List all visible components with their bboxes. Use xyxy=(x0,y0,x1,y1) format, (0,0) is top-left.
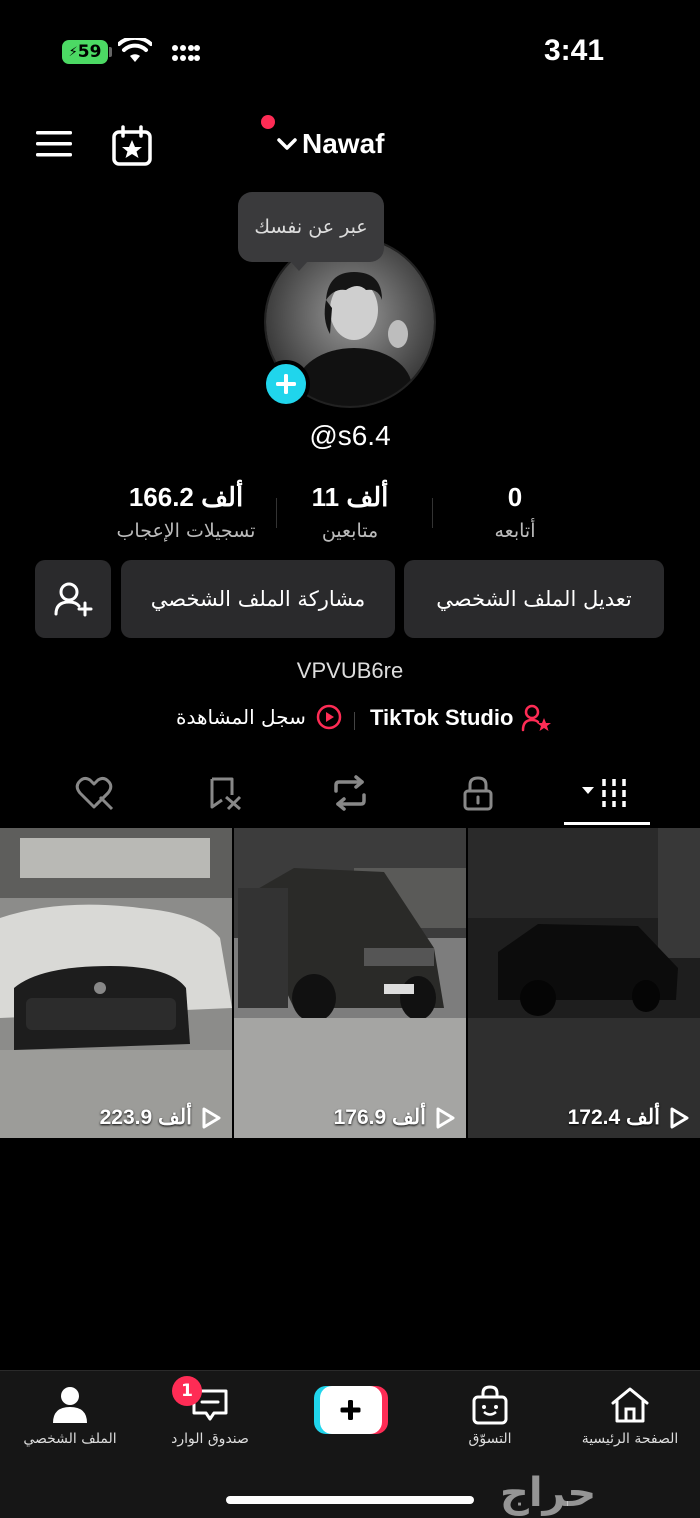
nav-home[interactable]: الصفحة الرئيسية xyxy=(570,1383,690,1447)
tiktok-studio-link[interactable]: TikTok Studio xyxy=(370,704,552,732)
calendar-star-icon[interactable] xyxy=(110,124,154,166)
profile-tabs xyxy=(0,762,700,826)
stat-following[interactable]: 0 أتابعه xyxy=(460,482,570,542)
stat-label: متابعين xyxy=(321,520,379,542)
stat-value: 166.2 ألف xyxy=(128,482,244,512)
liked-hidden-icon xyxy=(75,776,114,811)
tab-reposts[interactable] xyxy=(300,762,400,824)
share-profile-label: مشاركة الملف الشخصي xyxy=(150,587,366,611)
video-thumbnail[interactable]: 223.9 ألف xyxy=(0,828,232,1138)
video-thumbnail-image xyxy=(234,828,466,1138)
play-icon xyxy=(202,1107,221,1128)
watermark: حراج xyxy=(500,1470,597,1516)
link-divider xyxy=(354,712,355,730)
stat-divider xyxy=(432,498,433,528)
notification-dot xyxy=(261,115,275,129)
add-friends-button[interactable] xyxy=(35,560,111,638)
shopping-bag-icon xyxy=(472,1385,508,1425)
add-user-icon xyxy=(54,582,93,617)
tab-favorites[interactable] xyxy=(174,762,274,824)
stat-label: تسجيلات الإعجاب xyxy=(116,520,256,542)
stat-followers[interactable]: 11 ألف متابعين xyxy=(290,482,410,542)
stat-label: أتابعه xyxy=(494,520,536,542)
chevron-down-icon xyxy=(277,138,297,150)
watch-history-link[interactable]: سجل المشاهدة xyxy=(176,704,342,730)
history-label: سجل المشاهدة xyxy=(176,705,306,729)
play-icon xyxy=(670,1107,689,1128)
edit-profile-label: تعديل الملف الشخصي xyxy=(436,587,632,611)
bookmark-hidden-icon xyxy=(210,777,242,811)
studio-label: TikTok Studio xyxy=(370,705,514,730)
home-icon xyxy=(611,1387,649,1423)
bio-prompt-bubble[interactable]: عبر عن نفسك xyxy=(238,192,384,271)
plus-icon xyxy=(276,374,296,394)
view-count: 223.9 ألف xyxy=(100,1105,222,1130)
creator-star-icon xyxy=(522,704,552,732)
clock: 3:41 xyxy=(543,34,604,67)
profile-handle: @s6.4 xyxy=(309,420,391,451)
battery-level: 59 xyxy=(77,42,102,62)
wifi-icon xyxy=(118,38,152,62)
status-bar: ⚡ 59 3:41 xyxy=(0,0,700,100)
repost-icon xyxy=(334,775,366,811)
cellular-icon xyxy=(172,45,200,61)
inbox-badge: 1 xyxy=(172,1376,202,1406)
nav-profile-label: الملف الشخصي xyxy=(23,1431,117,1447)
nav-shop-label: التسوّق xyxy=(468,1431,512,1447)
view-count-text: 176.9 ألف xyxy=(333,1106,426,1129)
profile-icon xyxy=(53,1387,87,1423)
video-thumbnail-image xyxy=(0,828,232,1138)
add-photo-button[interactable] xyxy=(262,360,310,408)
create-button[interactable] xyxy=(314,1386,388,1434)
video-thumbnail[interactable]: 172.4 ألف xyxy=(468,828,700,1138)
stat-divider xyxy=(276,498,277,528)
username: Nawaf xyxy=(302,128,385,159)
active-tab-indicator xyxy=(564,822,650,825)
battery-nub xyxy=(109,47,112,57)
stat-likes[interactable]: 166.2 ألف تسجيلات الإعجاب xyxy=(100,482,272,542)
nav-home-label: الصفحة الرئيسية xyxy=(581,1431,679,1447)
nav-shop[interactable]: التسوّق xyxy=(430,1383,550,1447)
nav-profile[interactable]: الملف الشخصي xyxy=(10,1383,130,1447)
nav-inbox-label: صندوق الوارد xyxy=(171,1431,249,1447)
stat-value: 11 ألف xyxy=(311,482,389,512)
share-profile-button[interactable]: مشاركة الملف الشخصي xyxy=(121,560,395,638)
nav-inbox[interactable]: صندوق الوارد xyxy=(150,1383,270,1447)
tab-private[interactable] xyxy=(428,762,528,824)
menu-icon[interactable] xyxy=(36,128,72,160)
video-thumbnail[interactable]: 176.9 ألف xyxy=(234,828,466,1138)
view-count-text: 172.4 ألف xyxy=(567,1106,660,1129)
tab-liked[interactable] xyxy=(44,762,144,824)
edit-profile-button[interactable]: تعديل الملف الشخصي xyxy=(404,560,664,638)
grid-dropdown-icon xyxy=(582,779,626,807)
view-count: 176.9 ألف xyxy=(334,1105,456,1130)
video-grid: 223.9 ألف 176.9 ألف 172.4 ألف xyxy=(0,828,700,1138)
tab-videos[interactable] xyxy=(558,762,658,824)
video-thumbnail-image xyxy=(468,828,700,1138)
bio-prompt-text: عبر عن نفسك xyxy=(254,216,368,238)
bolt-icon: ⚡ xyxy=(68,44,78,60)
account-switcher[interactable]: Nawaf xyxy=(276,122,384,166)
play-circle-icon xyxy=(316,704,342,730)
battery-indicator: ⚡ 59 xyxy=(62,40,108,64)
lock-icon xyxy=(463,776,493,811)
view-count-text: 223.9 ألف xyxy=(99,1106,192,1129)
stat-value: 0 xyxy=(507,482,523,512)
play-icon xyxy=(436,1107,455,1128)
view-count: 172.4 ألف xyxy=(568,1105,690,1130)
bio-text: VPVUB6re xyxy=(296,658,404,683)
home-indicator[interactable] xyxy=(226,1496,474,1504)
profile-links: TikTok Studio سجل المشاهدة xyxy=(0,700,700,740)
